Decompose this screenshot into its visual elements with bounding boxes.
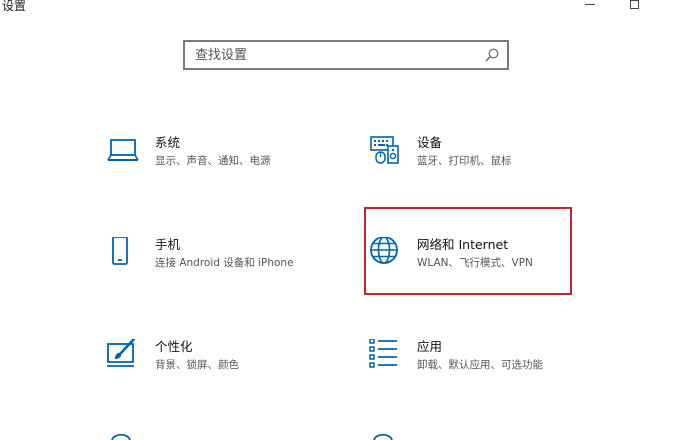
tile-apps-desc: 卸载、默认应用、可选功能 bbox=[417, 359, 543, 371]
search-input[interactable] bbox=[185, 42, 485, 68]
minimize-button[interactable] bbox=[576, 0, 604, 14]
maximize-button[interactable] bbox=[620, 0, 648, 14]
tile-personalization-desc: 背景、锁屏、颜色 bbox=[155, 359, 239, 371]
partial-time-icon bbox=[373, 433, 393, 440]
tile-devices-name: 设备 bbox=[417, 135, 443, 150]
tile-network-internet[interactable]: 网络和 Internet WLAN、飞行模式、VPN bbox=[369, 237, 619, 297]
tile-network-internet-name: 网络和 Internet bbox=[417, 237, 509, 252]
tile-personalization-name: 个性化 bbox=[155, 339, 193, 354]
search-box[interactable] bbox=[183, 40, 509, 70]
paintbrush-icon bbox=[107, 339, 136, 367]
tile-phone-name: 手机 bbox=[155, 237, 181, 252]
minimize-icon bbox=[585, 3, 595, 5]
search-icon[interactable] bbox=[484, 47, 500, 63]
devices-icon bbox=[370, 136, 399, 164]
tile-system-name: 系统 bbox=[155, 135, 181, 150]
globe-icon bbox=[370, 237, 398, 264]
tile-devices-desc: 蓝牙、打印机、鼠标 bbox=[417, 155, 512, 167]
tile-system[interactable]: 系统 显示、声音、通知、电源 bbox=[107, 135, 357, 195]
apps-list-icon bbox=[369, 339, 397, 368]
tile-personalization[interactable]: 个性化 背景、锁屏、颜色 bbox=[107, 339, 357, 399]
title-bar: 设置 bbox=[0, 0, 691, 16]
tile-phone-desc: 连接 Android 设备和 iPhone bbox=[155, 257, 294, 269]
settings-window: 设置 系统 显示、声音、通知、电源 bbox=[0, 0, 691, 440]
phone-icon bbox=[112, 237, 128, 265]
tile-phone[interactable]: 手机 连接 Android 设备和 iPhone bbox=[107, 237, 357, 297]
partial-account-icon bbox=[111, 433, 131, 440]
tile-apps[interactable]: 应用 卸载、默认应用、可选功能 bbox=[369, 339, 619, 399]
maximize-icon bbox=[629, 0, 639, 9]
laptop-icon bbox=[107, 139, 139, 161]
app-title: 设置 bbox=[2, 0, 27, 13]
tile-network-internet-desc: WLAN、飞行模式、VPN bbox=[417, 257, 533, 269]
tile-system-desc: 显示、声音、通知、电源 bbox=[155, 155, 271, 167]
tile-apps-name: 应用 bbox=[417, 339, 443, 354]
tile-devices[interactable]: 设备 蓝牙、打印机、鼠标 bbox=[369, 135, 619, 195]
